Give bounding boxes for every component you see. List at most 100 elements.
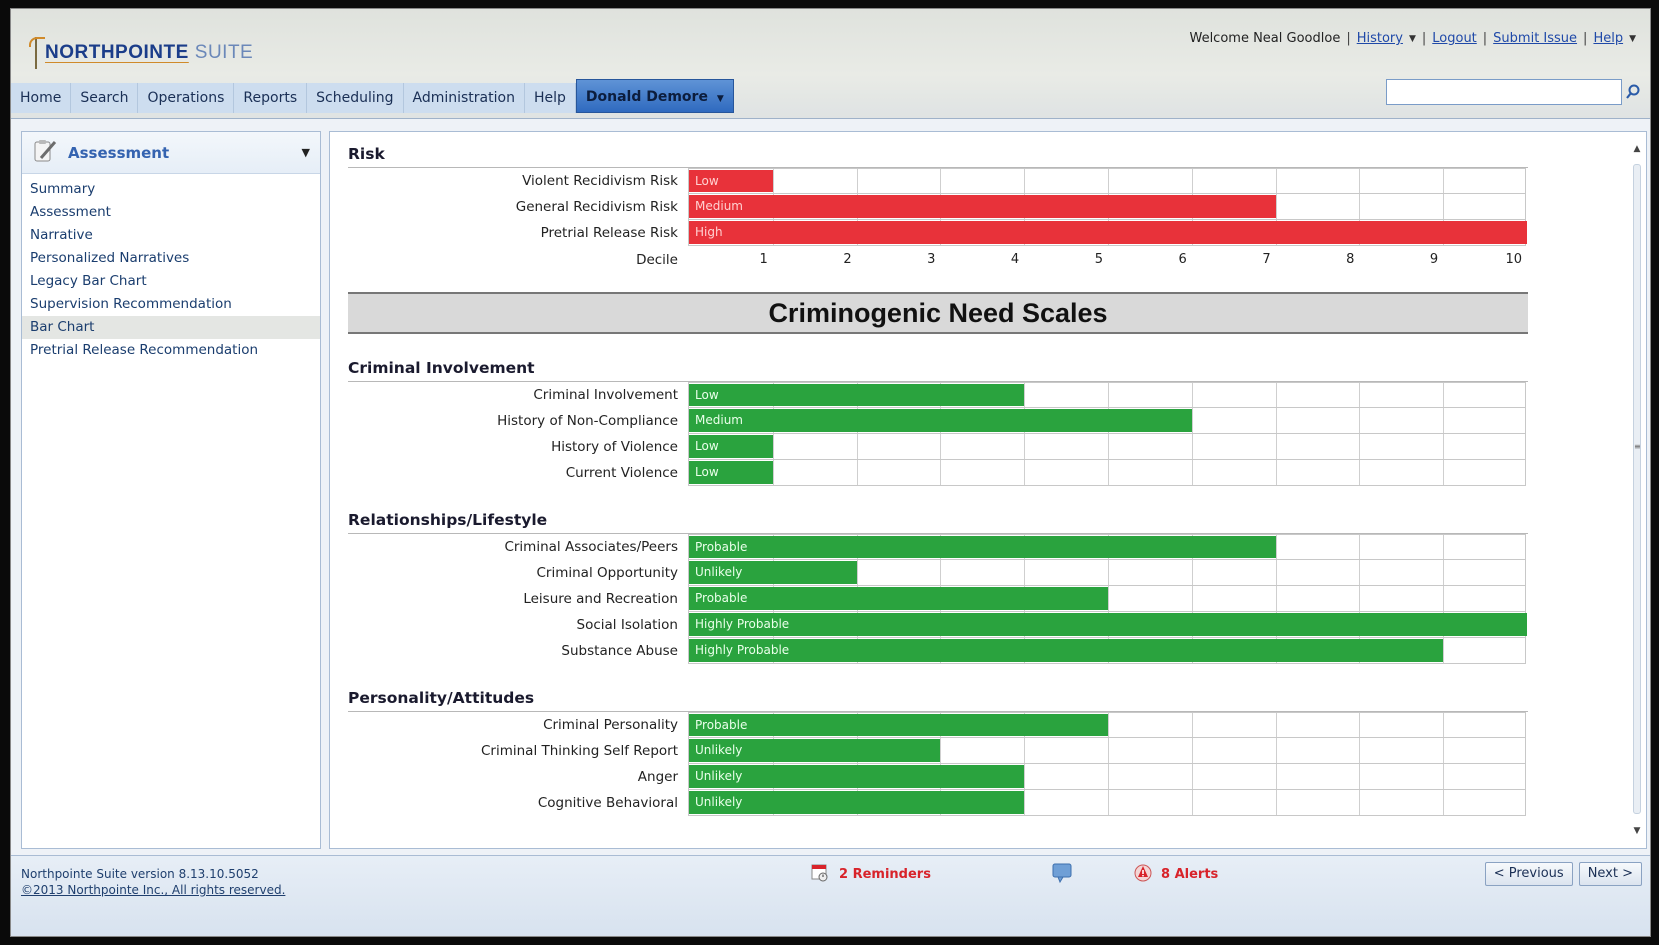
decile-grid: Unlikely bbox=[688, 560, 1526, 586]
scale-row-substance-abuse: Substance Abuse Highly Probable bbox=[348, 638, 1528, 664]
scale-label: History of Non-Compliance bbox=[497, 413, 678, 429]
scroll-down-icon[interactable]: ▼ bbox=[1630, 826, 1644, 840]
decile-grid: Low bbox=[688, 434, 1526, 460]
logo-suite: SUITE bbox=[194, 42, 254, 63]
nav-help[interactable]: Help bbox=[524, 83, 576, 113]
risk-section: Risk Violent Recidivism Risk Low General Re… bbox=[348, 142, 1528, 274]
footer: Northpointe Suite version 8.13.10.5052 ©… bbox=[11, 855, 1650, 936]
scale-label: Criminal Thinking Self Report bbox=[480, 743, 678, 759]
decile-tick: 5 bbox=[1094, 252, 1103, 267]
sidebar: Assessment ▼ Summary Assessment Narrativ… bbox=[21, 131, 321, 849]
decile-tick: 9 bbox=[1429, 252, 1439, 267]
search-icon[interactable] bbox=[1622, 79, 1644, 105]
scale-label: Anger bbox=[637, 769, 678, 785]
grid-line bbox=[1275, 738, 1277, 763]
scale-row-violent-recidivism-risk: Violent Recidivism Risk Low bbox=[348, 168, 1528, 194]
sidebar-item-personalized-narratives[interactable]: Personalized Narratives bbox=[22, 247, 320, 270]
submit-issue-link[interactable]: Submit Issue bbox=[1493, 31, 1577, 46]
nav-scheduling[interactable]: Scheduling bbox=[307, 83, 404, 113]
logout-link[interactable]: Logout bbox=[1432, 31, 1477, 46]
decile-axis: Decile 1 2 3 4 5 6 7 8 9 10 bbox=[348, 246, 1528, 274]
grid-line bbox=[1108, 560, 1109, 585]
scroll-thumb[interactable] bbox=[1633, 164, 1641, 814]
help-dropdown-icon[interactable]: ▼ bbox=[1629, 34, 1636, 44]
nav-reports[interactable]: Reports bbox=[234, 83, 308, 113]
grid-line bbox=[1275, 764, 1277, 789]
grid-line bbox=[1443, 638, 1445, 663]
grid-line bbox=[772, 169, 774, 193]
nav-administration[interactable]: Administration bbox=[403, 83, 525, 113]
nav-home[interactable]: Home bbox=[11, 83, 72, 113]
score-bar-social-isolation: Highly Probable bbox=[689, 613, 1527, 636]
scale-row-general-recidivism-risk: General Recidivism Risk Medium bbox=[348, 194, 1528, 220]
sidebar-item-summary[interactable]: Summary bbox=[22, 178, 320, 201]
reminders-button[interactable]: 2 Reminders bbox=[811, 862, 931, 886]
decile-tick: 8 bbox=[1346, 252, 1355, 267]
sidebar-header[interactable]: Assessment ▼ bbox=[22, 132, 320, 174]
sidebar-item-pretrial-release-recommendation[interactable]: Pretrial Release Recommendation bbox=[22, 339, 320, 362]
scrollbar[interactable]: ▲ ≡ ▼ bbox=[1630, 142, 1644, 842]
decile-tick: 2 bbox=[843, 252, 852, 267]
sidebar-item-legacy-bar-chart[interactable]: Legacy Bar Chart bbox=[22, 270, 320, 293]
history-link[interactable]: History bbox=[1357, 31, 1403, 46]
decile-tick: 10 bbox=[1505, 252, 1522, 267]
previous-button[interactable]: < Previous bbox=[1484, 862, 1573, 886]
sidebar-item-supervision-recommendation[interactable]: Supervision Recommendation bbox=[22, 293, 320, 316]
grid-line bbox=[1359, 194, 1361, 219]
grid-line bbox=[1191, 434, 1193, 459]
grid-line bbox=[940, 169, 942, 193]
grid-line bbox=[856, 434, 858, 459]
grid-line bbox=[1191, 738, 1193, 763]
alerts-button[interactable]: 8 Alerts bbox=[1133, 862, 1218, 886]
score-bar-general-recidivism-risk: Medium bbox=[689, 195, 1276, 218]
grid-line bbox=[1191, 586, 1193, 611]
scale-label: Cognitive Behavioral bbox=[537, 795, 678, 811]
global-search-input[interactable] bbox=[1386, 79, 1622, 105]
grid-line bbox=[1359, 535, 1361, 559]
grid-line bbox=[1359, 560, 1361, 585]
decile-tick: 6 bbox=[1178, 252, 1187, 267]
history-dropdown-icon[interactable]: ▼ bbox=[1409, 34, 1416, 44]
nav-operations[interactable]: Operations bbox=[138, 83, 235, 113]
grid-line bbox=[1024, 764, 1026, 789]
section-title-criminal-involvement: Criminal Involvement bbox=[348, 356, 1528, 382]
section-criminal-involvement: Criminal Involvement Criminal Involvement… bbox=[348, 356, 1528, 486]
scale-label: Criminal Associates/Peers bbox=[504, 539, 678, 555]
copyright-text: ©2013 Northpointe Inc., All rights reser… bbox=[21, 883, 286, 897]
decile-grid: Medium bbox=[688, 194, 1526, 220]
grid-line bbox=[1443, 560, 1445, 585]
sidebar-item-bar-chart[interactable]: Bar Chart bbox=[22, 316, 320, 339]
bar-rows: Criminal Involvement Low History of Non-Co… bbox=[348, 382, 1528, 486]
pager: < Previous Next > bbox=[1484, 862, 1642, 886]
section-title-risk: Risk bbox=[348, 142, 1528, 168]
score-bar-anger: Unlikely bbox=[689, 765, 1025, 788]
scroll-up-icon[interactable]: ▲ bbox=[1630, 144, 1644, 158]
sidebar-dropdown-icon[interactable]: ▼ bbox=[302, 146, 310, 159]
score-bar-criminal-involvement: Low bbox=[689, 384, 1025, 406]
sidebar-item-assessment[interactable]: Assessment bbox=[22, 201, 320, 224]
welcome-text: Welcome Neal Goodloe bbox=[1189, 31, 1341, 46]
grid-line bbox=[1275, 194, 1277, 219]
nav-search[interactable]: Search bbox=[71, 83, 139, 113]
sidebar-item-narrative[interactable]: Narrative bbox=[22, 224, 320, 247]
grid-line bbox=[1191, 383, 1193, 407]
grid-line bbox=[1443, 764, 1445, 789]
decile-grid: Low bbox=[688, 168, 1526, 194]
next-button[interactable]: Next > bbox=[1578, 862, 1642, 886]
bar-chart: Risk Violent Recidivism Risk Low General Re… bbox=[348, 142, 1528, 816]
grid-line bbox=[1108, 790, 1109, 815]
grid-line bbox=[1359, 460, 1361, 485]
chat-bubble-icon[interactable] bbox=[1051, 862, 1073, 888]
help-link[interactable]: Help bbox=[1593, 31, 1623, 46]
grid-line bbox=[856, 560, 858, 585]
northpointe-logo[interactable]: NORTHPOINTE SUITE bbox=[29, 31, 253, 75]
grid-line bbox=[1275, 586, 1277, 611]
grid-line bbox=[1359, 713, 1361, 737]
grid-line bbox=[1024, 169, 1026, 193]
calendar-clock-icon bbox=[811, 862, 829, 886]
bar-rows: Violent Recidivism Risk Low General Recidi… bbox=[348, 168, 1528, 246]
decile-tick: 7 bbox=[1262, 252, 1271, 267]
nav-client-tab[interactable]: Donald Demore ▼ bbox=[575, 79, 734, 113]
grid-line bbox=[940, 560, 942, 585]
section-relationships-lifestyle: Relationships/Lifestyle Criminal Associat… bbox=[348, 508, 1528, 664]
